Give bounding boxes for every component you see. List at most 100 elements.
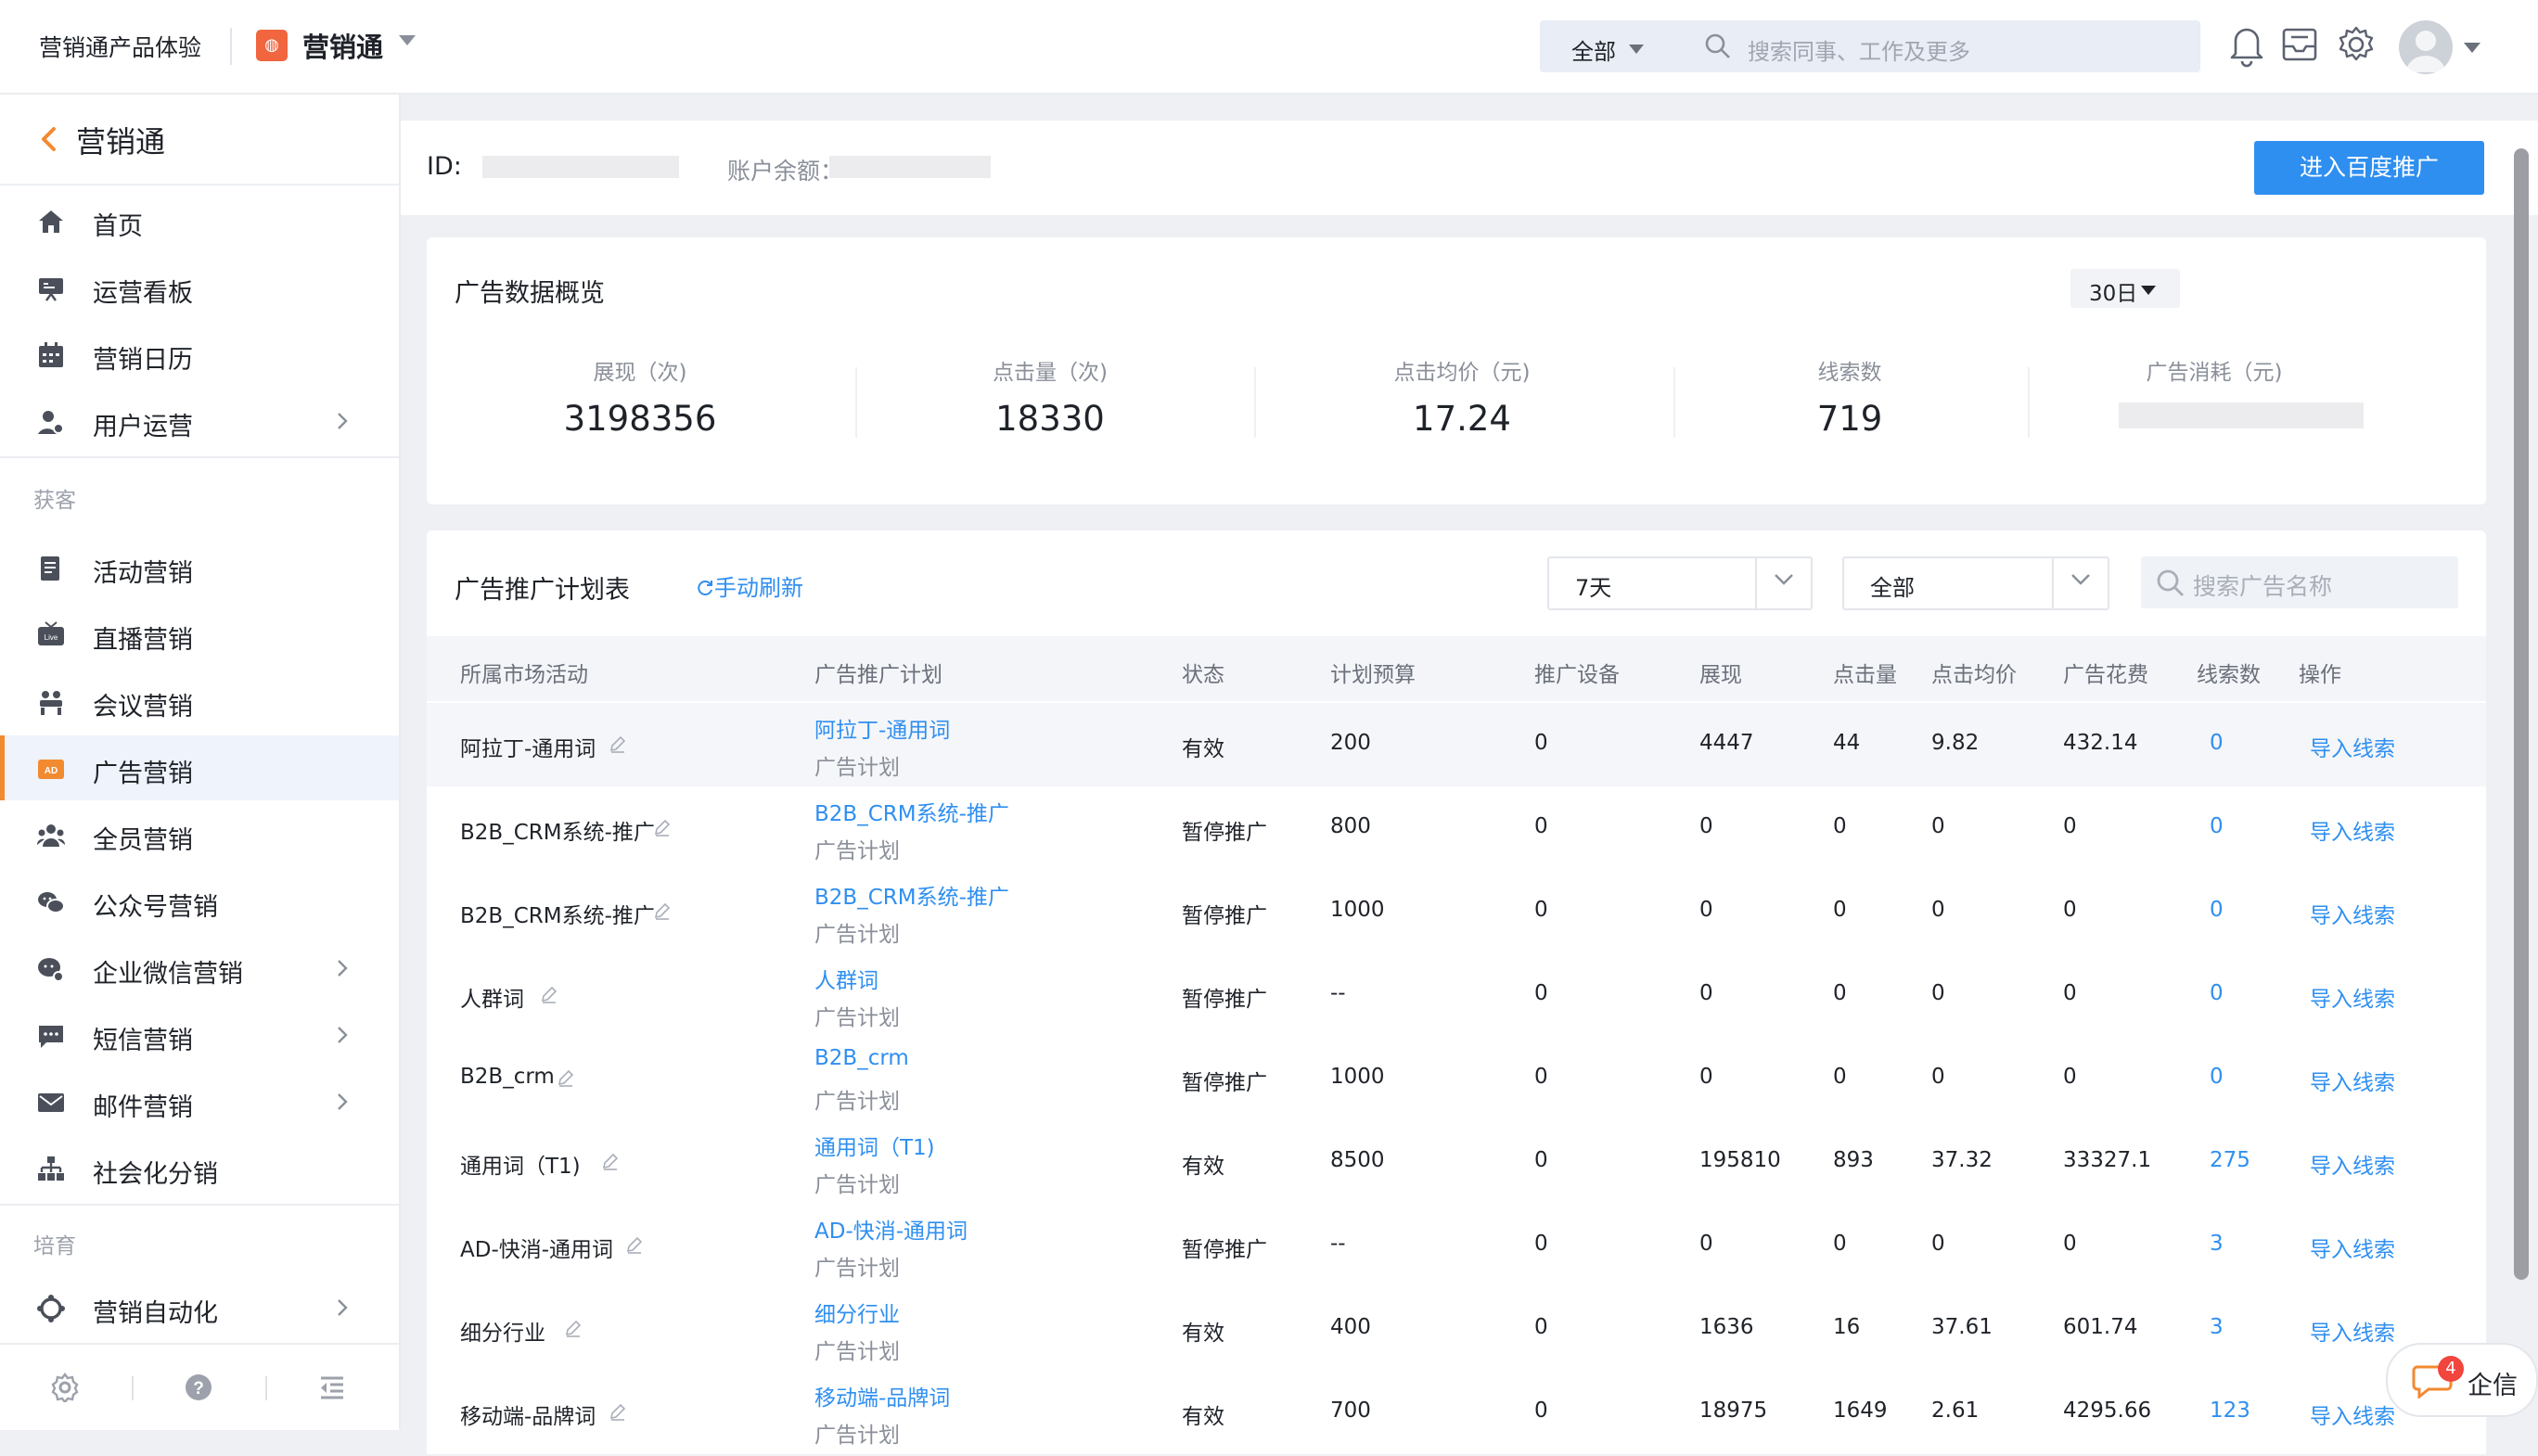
avatar-caret-icon[interactable] [2464, 43, 2480, 53]
edit-icon[interactable] [609, 734, 627, 753]
cell-leads[interactable]: 0 [2210, 814, 2224, 838]
cell-leads[interactable]: 123 [2210, 1399, 2250, 1423]
caret-down-icon [2141, 286, 2156, 295]
import-leads-link[interactable]: 导入线索 [2310, 1065, 2395, 1096]
plan-name-link[interactable]: 移动端-品牌词 [814, 1380, 950, 1411]
doc-icon [41, 556, 59, 581]
cell-impressions: 0 [1699, 981, 1713, 1005]
sidebar-item-social-distribution[interactable]: 社会化分销 [0, 1136, 399, 1201]
sidebar-item-user-ops[interactable]: 用户运营 [0, 389, 399, 453]
metric-label: 点击量（次) [993, 361, 1108, 385]
sidebar-item-dashboard[interactable]: 运营看板 [0, 255, 399, 320]
edit-icon[interactable] [564, 1319, 583, 1337]
edit-icon[interactable] [653, 901, 672, 920]
import-leads-link[interactable]: 导入线索 [2310, 981, 2395, 1013]
cell-cpc: 0 [1931, 1232, 1945, 1256]
cell-leads[interactable]: 3 [2210, 1315, 2224, 1339]
plan-table-title: 广告推广计划表 [455, 576, 630, 605]
help-icon[interactable]: ? [184, 1373, 213, 1402]
account-bar: ID: 账户余额： 进入百度推广 [401, 121, 2538, 215]
cell-leads[interactable]: 0 [2210, 1065, 2224, 1089]
collapse-menu-icon[interactable] [317, 1373, 347, 1402]
overview-range-select[interactable]: 30日 [2070, 269, 2180, 308]
cell-activity: 细分行业 [460, 1322, 545, 1346]
sidebar-item-calendar[interactable]: 营销日历 [0, 322, 399, 387]
cell-cost: 0 [2063, 1232, 2077, 1256]
sidebar-item-automation[interactable]: 营销自动化 [0, 1275, 399, 1340]
app-name[interactable]: 营销通 [302, 26, 383, 65]
cell-impressions: 195810 [1699, 1148, 1781, 1172]
live-icon: Live [38, 621, 64, 645]
account-balance-label: 账户余额： [727, 158, 844, 185]
qixin-chat-button[interactable]: 4 企信 [2386, 1343, 2538, 1417]
global-search-input[interactable]: 搜索同事、工作及更多 [1660, 20, 2200, 72]
manual-refresh-link[interactable]: 手动刷新 [696, 569, 803, 602]
cell-impressions: 18975 [1699, 1399, 1768, 1423]
plan-name-link[interactable]: 阿拉丁-通用词 [814, 712, 950, 744]
cell-device: 0 [1534, 731, 1548, 755]
edit-icon[interactable] [609, 1402, 627, 1421]
sidebar-item-mail[interactable]: 邮件营销 [0, 1069, 399, 1134]
sidebar-item-activity[interactable]: 活动营销 [0, 535, 399, 600]
table-row: 人群词 暂停推广 -- 0 0 0 0 0 0 人群词 广告计划 导入线索 [427, 953, 2486, 1039]
cell-leads[interactable]: 0 [2210, 981, 2224, 1005]
sidebar-item-home[interactable]: 首页 [0, 188, 399, 253]
user-avatar[interactable] [2399, 20, 2453, 74]
plan-name-link[interactable]: AD-快消-通用词 [814, 1213, 968, 1245]
import-leads-link[interactable]: 导入线索 [2310, 731, 2395, 762]
gear-icon[interactable] [2334, 20, 2378, 69]
sidebar-back[interactable]: 营销通 [0, 95, 399, 185]
bell-icon[interactable] [2224, 20, 2269, 69]
search-scope-select[interactable]: 全部 [1540, 20, 1660, 72]
import-leads-link[interactable]: 导入线索 [2310, 1148, 2395, 1180]
sidebar-item-meeting[interactable]: 会议营销 [0, 669, 399, 734]
cell-leads[interactable]: 3 [2210, 1232, 2224, 1256]
plan-name-link[interactable]: 通用词（T1) [814, 1130, 935, 1161]
app-switch-caret-icon[interactable] [399, 35, 416, 45]
sidebar-item-wecom[interactable]: 企业微信营销 [0, 936, 399, 1001]
import-leads-link[interactable]: 导入线索 [2310, 814, 2395, 846]
sidebar-item-live[interactable]: Live 直播营销 [0, 602, 399, 667]
search-icon [2157, 569, 2184, 596]
days-filter-select[interactable]: 7天 [1547, 556, 1813, 610]
plan-name-link[interactable]: B2B_CRM系统-推广 [814, 879, 1009, 911]
import-leads-link[interactable]: 导入线索 [2310, 1315, 2395, 1347]
chevron-right-icon [338, 960, 348, 977]
sidebar-item-official-account[interactable]: 公众号营销 [0, 869, 399, 934]
account-id-label: ID: [427, 152, 462, 181]
edit-icon[interactable] [557, 1068, 575, 1087]
ad-name-search-input[interactable]: 搜索广告名称 [2141, 556, 2458, 608]
cell-clicks: 44 [1833, 731, 1861, 755]
edit-icon[interactable] [625, 1235, 644, 1254]
cell-impressions: 0 [1699, 898, 1713, 922]
chevron-right-icon [338, 1093, 348, 1110]
edit-icon[interactable] [540, 985, 558, 1003]
page-scrollbar[interactable] [2514, 148, 2529, 1280]
cell-activity: 人群词 [460, 988, 524, 1012]
plan-name-link[interactable]: B2B_CRM系统-推广 [814, 796, 1009, 827]
sidebar-item-ad-marketing[interactable]: AD 广告营销 [0, 735, 399, 800]
plan-name-link[interactable]: 人群词 [814, 963, 878, 994]
import-leads-link[interactable]: 导入线索 [2310, 898, 2395, 929]
cell-leads[interactable]: 0 [2210, 898, 2224, 922]
wechat-icon [38, 892, 65, 913]
edit-icon[interactable] [601, 1152, 620, 1170]
cell-leads[interactable]: 275 [2210, 1148, 2250, 1172]
sidebar-item-sms[interactable]: 短信营销 [0, 1003, 399, 1067]
cell-leads[interactable]: 0 [2210, 731, 2224, 755]
import-leads-link[interactable]: 导入线索 [2310, 1399, 2395, 1430]
org-icon [38, 1156, 64, 1181]
inbox-icon[interactable] [2278, 20, 2323, 69]
product-title[interactable]: 营销通产品体验 [39, 30, 201, 63]
settings-icon[interactable] [50, 1373, 80, 1402]
caret-down-icon [1629, 45, 1644, 54]
plan-name-link[interactable]: 细分行业 [814, 1296, 900, 1328]
plan-name-link[interactable]: B2B_crm [814, 1046, 909, 1070]
table-row: B2B_crm 暂停推广 1000 0 0 0 0 0 0 B2B_crm 广告计划 导入线索 [427, 1037, 2486, 1122]
edit-icon[interactable] [653, 818, 672, 837]
import-leads-link[interactable]: 导入线索 [2310, 1232, 2395, 1263]
status-filter-select[interactable]: 全部 [1842, 556, 2109, 610]
plan-type-label: 广告计划 [814, 1424, 900, 1448]
sidebar-item-team[interactable]: 全员营销 [0, 802, 399, 867]
enter-baidu-promotion-button[interactable]: 进入百度推广 [2254, 141, 2484, 195]
